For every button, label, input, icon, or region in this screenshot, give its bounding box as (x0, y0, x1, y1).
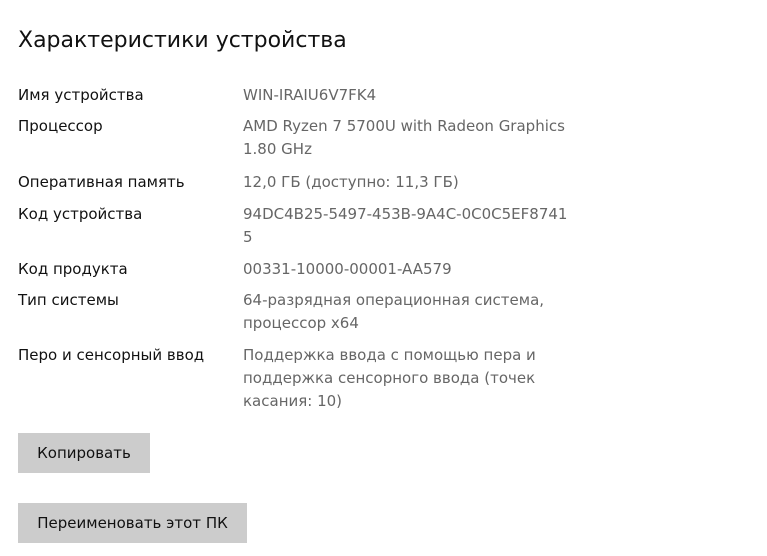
spec-value-line: 00331-10000-00001-AA579 (243, 260, 452, 278)
spec-value-line: касания: 10) (243, 392, 343, 410)
spec-value-line: 12,0 ГБ (доступно: 11,3 ГБ) (243, 173, 459, 191)
spec-value-device-name: WIN-IRAIU6V7FK4 (243, 84, 588, 107)
spec-value-ram: 12,0 ГБ (доступно: 11,3 ГБ) (243, 171, 588, 194)
spec-value-line: AMD Ryzen 7 5700U with Radeon Graphics (243, 117, 565, 135)
spec-value-device-id: 94DC4B25-5497-453B-9A4C-0C0C5EF8741 5 (243, 203, 588, 249)
spec-label-device-name: Имя устройства (18, 86, 144, 104)
spec-value-line: 94DC4B25-5497-453B-9A4C-0C0C5EF8741 (243, 205, 568, 223)
spec-label-system-type: Тип системы (18, 291, 119, 309)
spec-value-system-type: 64-разрядная операционная система, проце… (243, 289, 588, 335)
spec-value-line: Поддержка ввода с помощью пера и (243, 346, 536, 364)
device-specifications-page: Характеристики устройства Имя устройства… (0, 0, 767, 556)
spec-label-processor: Процессор (18, 117, 103, 135)
page-title: Характеристики устройства (18, 28, 347, 53)
spec-label-pen-touch: Перо и сенсорный ввод (18, 346, 205, 364)
spec-value-line: процессор x64 (243, 314, 359, 332)
spec-value-processor: AMD Ryzen 7 5700U with Radeon Graphics 1… (243, 115, 588, 161)
spec-value-line: 5 (243, 228, 253, 246)
copy-button[interactable]: Копировать (18, 433, 150, 473)
spec-value-product-id: 00331-10000-00001-AA579 (243, 258, 588, 281)
spec-value-line: WIN-IRAIU6V7FK4 (243, 86, 377, 104)
spec-label-product-id: Код продукта (18, 260, 128, 278)
spec-value-pen-touch: Поддержка ввода с помощью пера и поддерж… (243, 344, 588, 413)
rename-pc-button[interactable]: Переименовать этот ПК (18, 503, 247, 543)
spec-value-line: 64-разрядная операционная система, (243, 291, 545, 309)
spec-value-line: поддержка сенсорного ввода (точек (243, 369, 536, 387)
spec-label-device-id: Код устройства (18, 205, 143, 223)
spec-value-line: 1.80 GHz (243, 140, 312, 158)
spec-label-ram: Оперативная память (18, 173, 185, 191)
